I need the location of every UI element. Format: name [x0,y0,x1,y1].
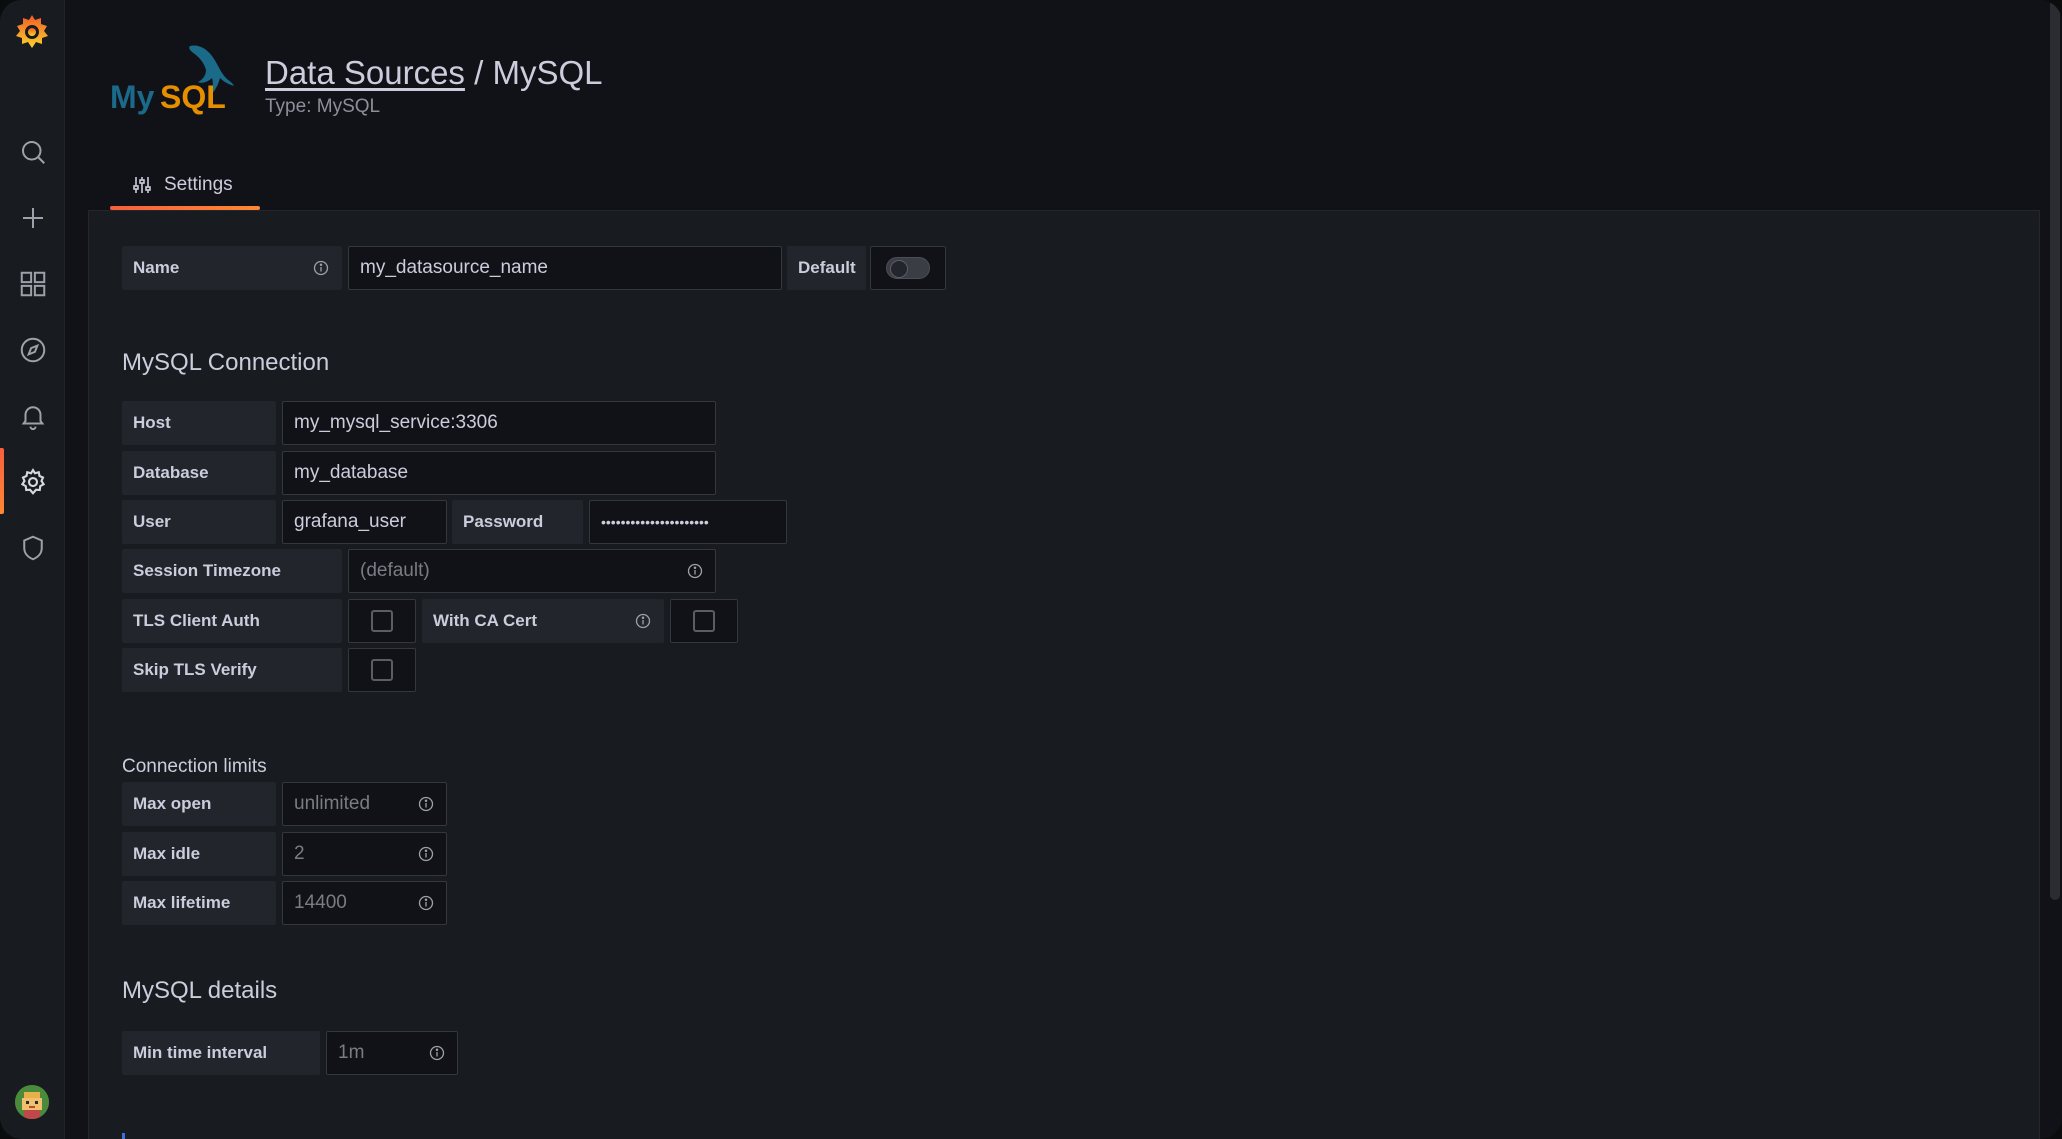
app-window: My SQL Data Sources / MySQL Type: MySQL … [0,0,2062,1139]
mysql-details-title: MySQL details [122,977,278,1004]
connection-limits-title: Connection limits [122,756,267,777]
page-subtitle: Type: MySQL [265,96,381,117]
dashboards-icon[interactable] [0,256,65,312]
with-ca-cert-label-text: With CA Cert [433,611,538,630]
max-idle-input[interactable]: 2 [282,832,447,876]
host-value: my_mysql_service:3306 [294,412,498,433]
max-idle-placeholder: 2 [294,843,305,864]
user-value: grafana_user [294,511,406,532]
session-timezone-input[interactable]: (default) [348,549,716,593]
max-lifetime-input[interactable]: 14400 [282,881,447,925]
user-label: User [122,500,276,544]
user-input[interactable]: grafana_user [282,500,447,544]
info-icon[interactable] [687,563,703,585]
info-icon[interactable] [635,613,651,634]
info-box-edge [122,1133,125,1139]
database-label: Database [122,451,276,495]
tls-client-auth-cell [348,599,416,643]
min-time-interval-label: Min time interval [122,1031,320,1075]
info-icon[interactable] [313,260,329,281]
session-timezone-label: Session Timezone [122,549,342,593]
page-scrollbar[interactable] [2050,0,2060,900]
mysql-connection-title: MySQL Connection [122,349,330,376]
info-icon[interactable] [429,1045,445,1067]
plus-icon[interactable] [0,190,65,246]
password-value: •••••••••••••••••••••• [601,514,709,530]
min-time-interval-input[interactable]: 1m [326,1031,458,1075]
default-toggle[interactable] [886,257,930,279]
shield-icon[interactable] [0,520,65,576]
tls-client-auth-checkbox[interactable] [371,610,393,632]
breadcrumb-data-sources-link[interactable]: Data Sources [265,54,465,91]
skip-tls-verify-checkbox[interactable] [371,659,393,681]
with-ca-cert-checkbox[interactable] [693,610,715,632]
skip-tls-verify-cell [348,648,416,692]
with-ca-cert-label: With CA Cert [422,599,664,643]
database-input[interactable]: my_database [282,451,716,495]
side-menu [0,0,65,1139]
name-label-text: Name [133,258,180,277]
password-label: Password [452,500,583,544]
search-icon[interactable] [0,124,65,180]
info-icon[interactable] [418,846,434,868]
mysql-logo-icon: My SQL [108,40,248,120]
default-toggle-cell [870,246,946,290]
host-input[interactable]: my_mysql_service:3306 [282,401,716,445]
max-open-input[interactable]: unlimited [282,782,447,826]
settings-gear-icon[interactable] [0,454,65,510]
tab-settings-label: Settings [164,174,233,195]
alerting-icon[interactable] [0,388,65,444]
session-timezone-placeholder: (default) [360,560,430,581]
sliders-icon [133,177,151,193]
max-open-label: Max open [122,782,276,826]
min-time-interval-placeholder: 1m [338,1042,365,1063]
breadcrumb-current: MySQL [492,54,603,91]
max-open-placeholder: unlimited [294,793,371,814]
grafana-logo-icon[interactable] [12,12,52,52]
name-label: Name [122,246,342,290]
page-title: Data Sources / MySQL [265,54,602,92]
max-lifetime-label: Max lifetime [122,881,276,925]
user-avatar[interactable] [15,1085,49,1119]
tls-client-auth-label: TLS Client Auth [122,599,342,643]
default-label: Default [787,246,866,290]
settings-panel: Name my_datasource_name Default MySQL Co… [88,210,2040,1139]
tab-settings[interactable]: Settings [110,160,255,210]
breadcrumb-separator: / [464,54,493,91]
info-icon[interactable] [418,796,434,818]
skip-tls-verify-label: Skip TLS Verify [122,648,342,692]
info-icon[interactable] [418,895,434,917]
database-value: my_database [294,462,409,483]
password-input[interactable]: •••••••••••••••••••••• [589,500,787,544]
name-input[interactable]: my_datasource_name [348,246,782,290]
host-label: Host [122,401,276,445]
name-value: my_datasource_name [360,257,548,278]
svg-text:My: My [110,79,155,115]
max-idle-label: Max idle [122,832,276,876]
explore-icon[interactable] [0,322,65,378]
max-lifetime-placeholder: 14400 [294,892,347,913]
with-ca-cert-cell [670,599,738,643]
svg-text:SQL: SQL [160,79,226,115]
